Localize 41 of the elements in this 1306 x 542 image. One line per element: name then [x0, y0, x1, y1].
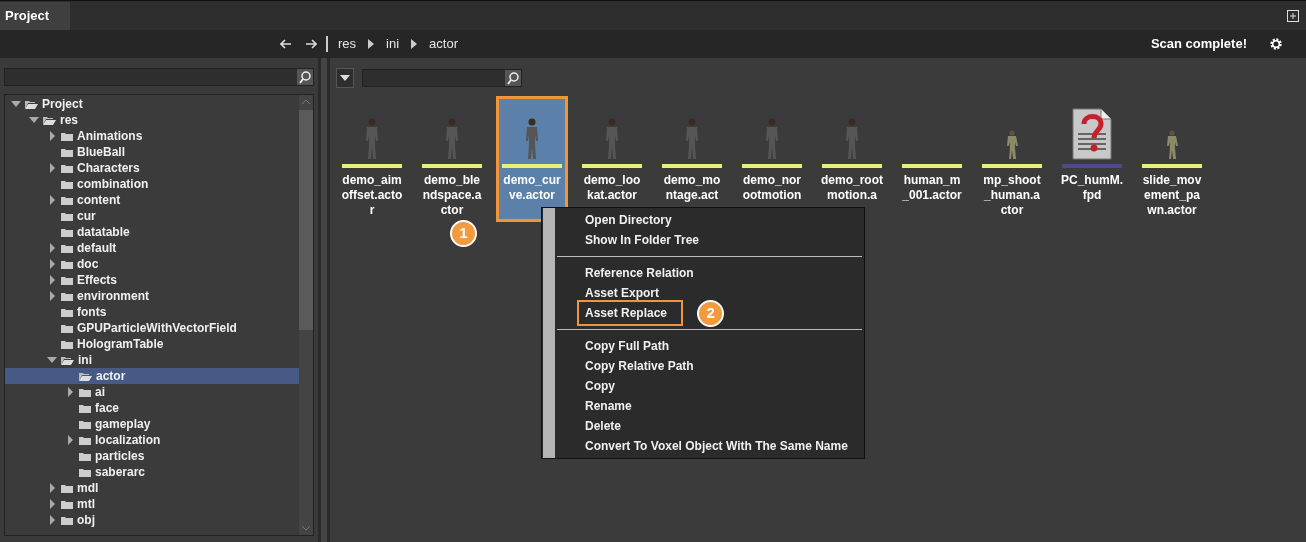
tree-label: ai [95, 384, 105, 401]
asset-name: human_m_001.actor [901, 173, 963, 203]
tree-label: Characters [77, 160, 140, 177]
tree-label: ini [78, 352, 92, 369]
tree-label: res [60, 112, 79, 129]
asset-name: PC_humM.fpd [1061, 173, 1123, 203]
tree-label: doc [77, 256, 99, 273]
tree-label: localization [95, 432, 161, 449]
asset-name: demo_rootmotion.a [821, 173, 883, 203]
callout-badge: 2 [697, 299, 725, 327]
callout-badge: 1 [450, 220, 477, 247]
asset-name: slide_movement_pawn.actor [1141, 173, 1203, 218]
asset-name: demo_curve.actor [502, 173, 562, 203]
tree-label: HologramTable [77, 336, 164, 353]
tree-label: GPUParticleWithVectorField [77, 320, 237, 337]
tree-label: obj [77, 512, 95, 529]
tree-label: face [95, 400, 120, 417]
tree-label: gameplay [95, 416, 151, 433]
tree-label: particles [95, 448, 145, 465]
asset-name: demo_blendspace.actor [421, 173, 483, 218]
tree-label: datatable [77, 224, 130, 241]
asset-name: mp_shoot_human.actor [982, 173, 1042, 218]
tree-label: cur [77, 208, 96, 225]
asset-name: demo_norootmotion [741, 173, 803, 203]
tree-label: Animations [77, 128, 143, 145]
tree-label: saberarc [95, 464, 146, 481]
tree-label: combination [77, 176, 149, 193]
tree-label: BlueBall [77, 144, 125, 161]
asset-name: demo_montage.act [662, 173, 722, 203]
tree-label: Effects [77, 272, 117, 289]
tree-label: environment [77, 288, 149, 305]
tree-label: content [77, 192, 121, 209]
status-text: Scan complete! [1150, 35, 1247, 54]
tree-label: fonts [77, 304, 107, 321]
asset-name: demo_lookat.actor [582, 173, 642, 203]
tree-label: actor [96, 368, 126, 385]
tree-label: default [77, 240, 117, 257]
tree-label: Project [42, 96, 83, 113]
tree-label: mtl [77, 496, 95, 513]
tree-label: mdl [77, 480, 99, 497]
asset-name: demo_aimoffset.actor [341, 173, 403, 218]
